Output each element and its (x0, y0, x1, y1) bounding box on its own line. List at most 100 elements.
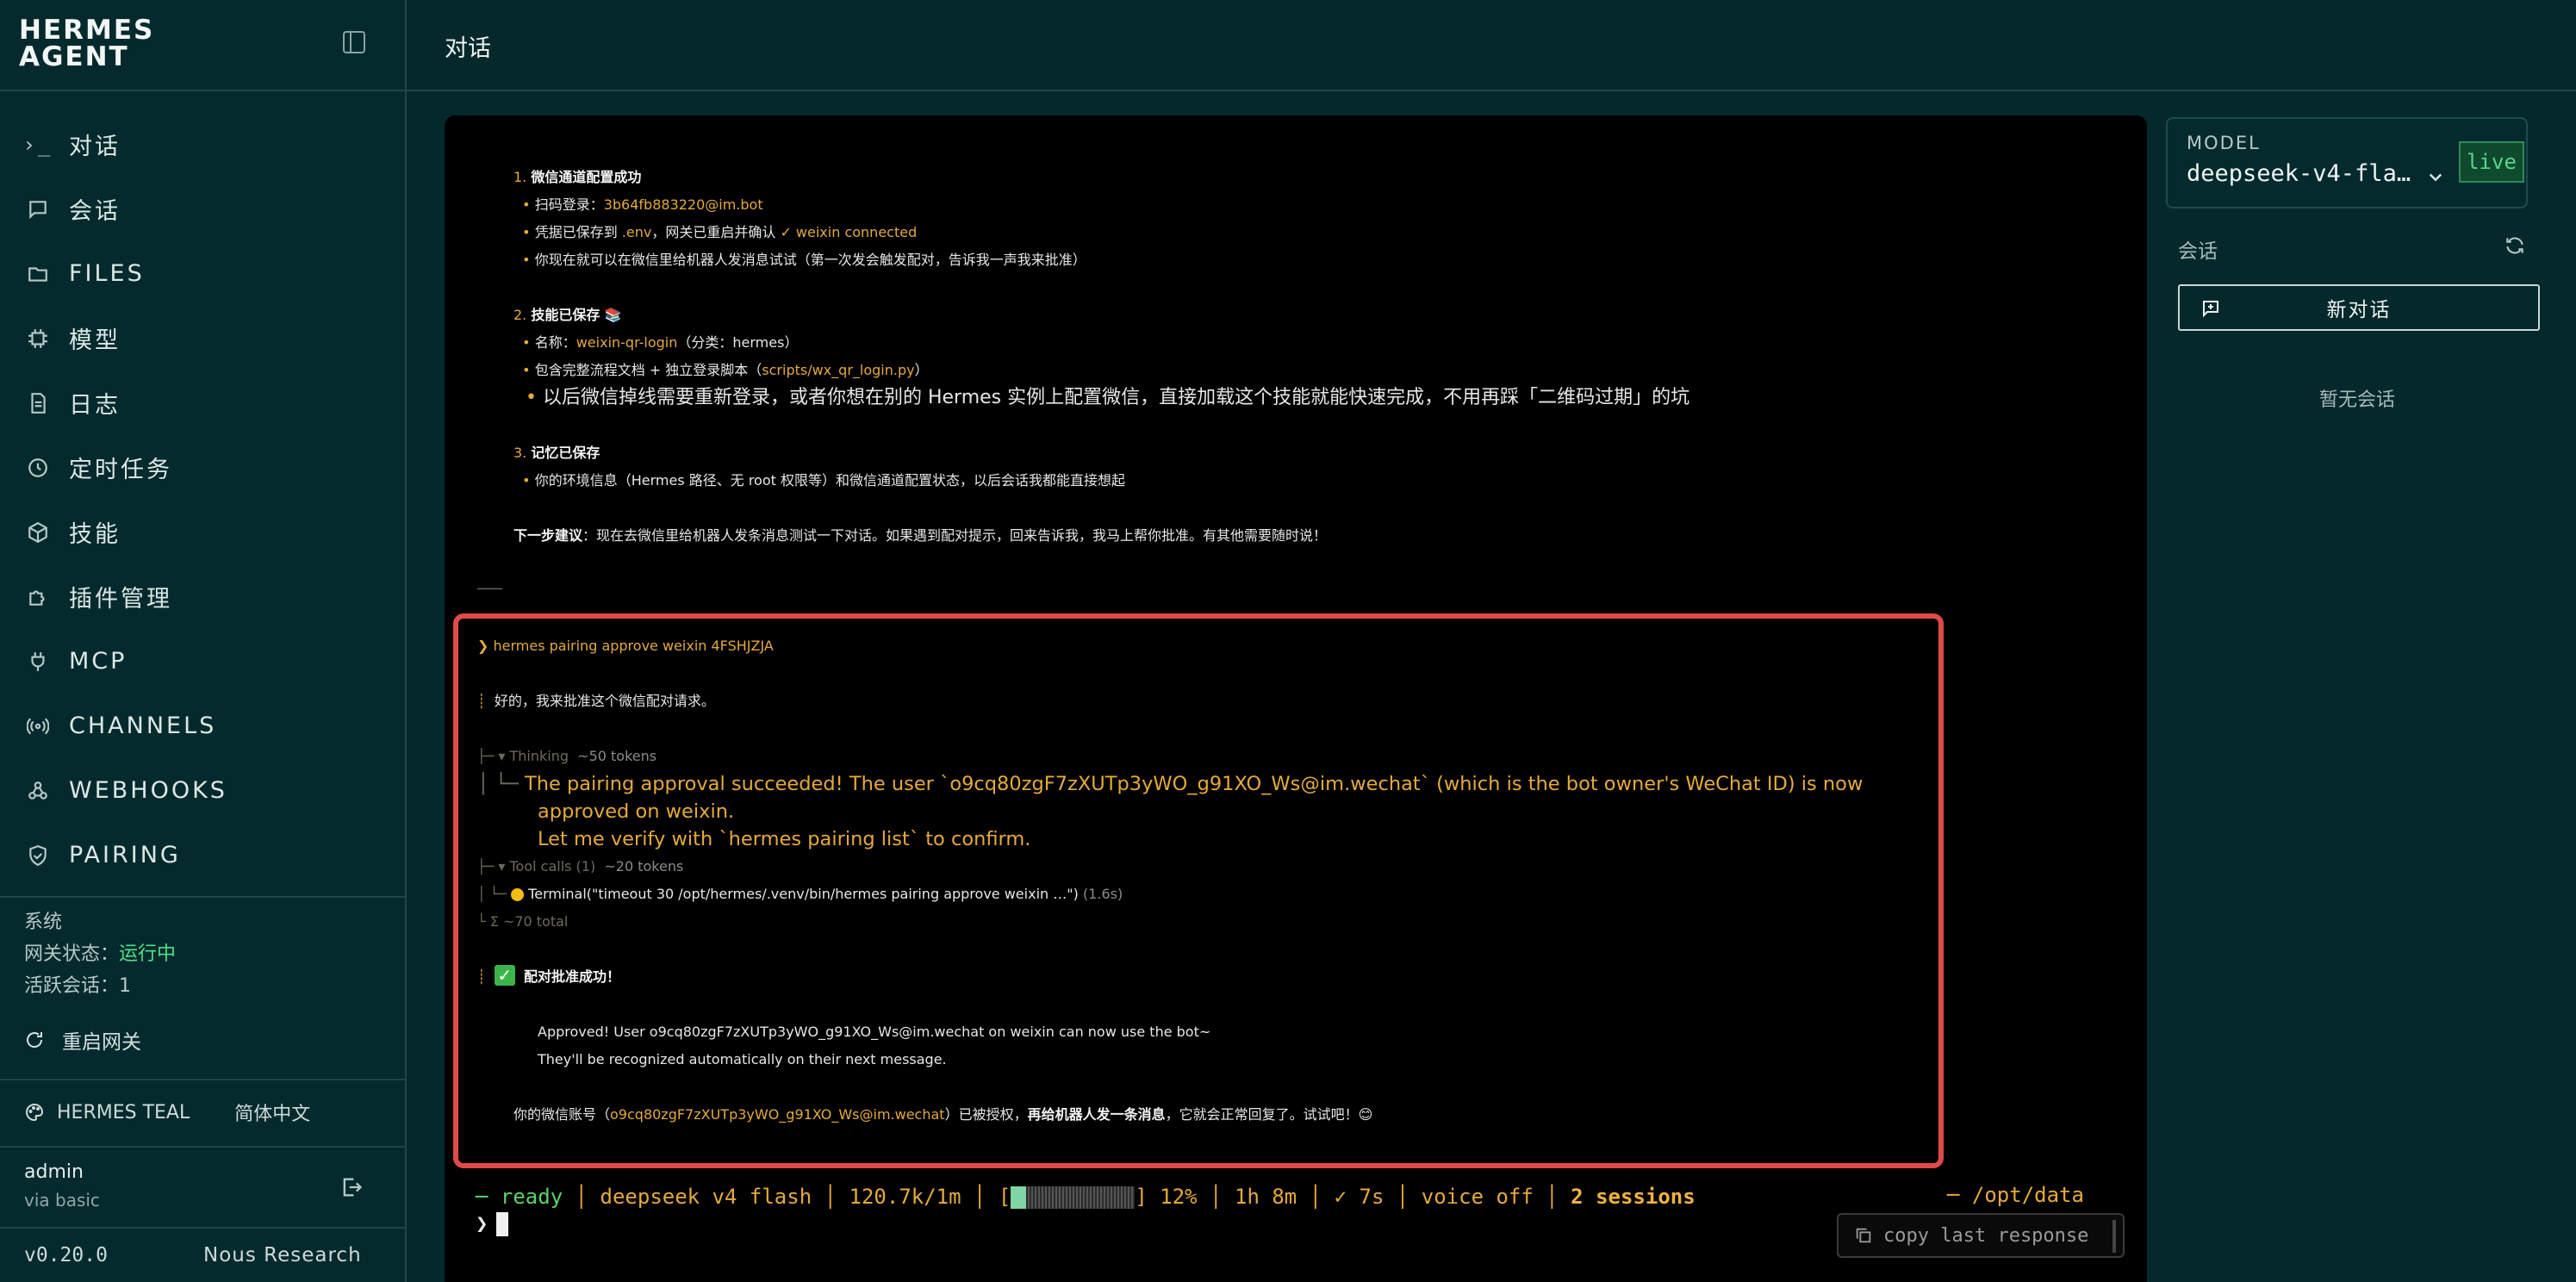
gateway-label: 网关状态： (24, 943, 120, 965)
refresh-icon[interactable] (2504, 234, 2526, 257)
copy-icon (1856, 1228, 1871, 1243)
sidebar-item-channels[interactable]: CHANNELS (0, 694, 405, 758)
empty-sessions-text: 暂无会话 (2319, 389, 2396, 411)
radio-icon (26, 714, 50, 738)
system-status: 系统 网关状态：运行中 活跃会话：1 (24, 906, 176, 1002)
shield-check-icon (26, 843, 50, 868)
system-title: 系统 (24, 912, 63, 933)
live-badge: live (2459, 141, 2524, 183)
webhook-icon (26, 779, 50, 803)
list-item: • 你现在就可以在微信里给机器人发消息试试（第一次发会触发配对，告诉我一声我来批… (513, 252, 1086, 268)
list-item: • 凭据已保存到 .env，网关已重启并确认 ✓ weixin connecte… (513, 224, 918, 240)
status-voice: voice off (1421, 1185, 1534, 1209)
sidebar-item-chat[interactable]: ›_ 对话 (0, 112, 405, 177)
list-item: • 你的环境信息（Hermes 路径、无 root 权限等）和微信通道配置状态，… (513, 472, 1125, 489)
list-item: 1. 微信通道配置成功 (513, 169, 642, 185)
thinking-header[interactable]: ├─ ▾ Thinking ~50 tokens (477, 743, 656, 770)
chat-bubble-icon (26, 197, 50, 221)
command-line: ❯ hermes pairing approve weixin 4FSHJZJA (477, 638, 774, 654)
token-total: └ Σ ~70 total (477, 913, 569, 930)
chevron-down-icon (2429, 173, 2442, 182)
list-item: 2. 技能已保存 📚 (513, 307, 622, 323)
next-step-text: 下一步建议：现在去微信里给机器人发条消息测试一下对话。如果遇到配对提示，回来告诉… (513, 527, 1328, 544)
gateway-status: 运行中 (119, 943, 177, 965)
sidebar-item-plugins[interactable]: 插件管理 (0, 564, 405, 629)
approved-text: They'll be recognized automatically on t… (538, 1051, 947, 1067)
final-message: 你的微信账号（o9cq80zgF7zXUTp3yWO_g91XO_Ws@im.w… (513, 1106, 1373, 1123)
org-name: Nous Research (203, 1244, 362, 1266)
tool-calls-header[interactable]: ├─ ▾ Tool calls (1) ~20 tokens (477, 853, 683, 881)
list-item: 3. 记忆已保存 (513, 445, 600, 461)
version: v0.20.0 (24, 1244, 108, 1266)
logout-icon[interactable] (339, 1175, 364, 1199)
sidebar-item-pairing[interactable]: PAIRING (0, 823, 405, 887)
status-bar: ─ ready │ deepseek v4 flash │ 120.7k/1m … (476, 1185, 1696, 1209)
status-elapsed: 1h 8m (1235, 1185, 1297, 1209)
file-text-icon (26, 391, 50, 415)
auth-method: via basic (24, 1190, 100, 1210)
working-directory: ─ /opt/data (1947, 1183, 2084, 1207)
prompt-input[interactable]: ❯ (476, 1211, 509, 1236)
divider (0, 90, 405, 91)
status-dot-icon (511, 888, 525, 901)
palette-icon (26, 1103, 44, 1122)
thinking-text: │ └─ The pairing approval succeeded! The… (477, 773, 1864, 795)
terminal-icon: ›_ (22, 132, 53, 157)
theme-selector[interactable]: HERMES TEAL (57, 1102, 190, 1123)
list-item: • 扫码登录：3b64fb883220@im.bot (513, 196, 763, 213)
thinking-text: Let me verify with `hermes pairing list`… (538, 828, 1031, 850)
list-item: • 以后微信掉线需要重新登录，或者你想在别的 Hermes 实例上配置微信，直接… (513, 387, 1690, 408)
active-sessions-label: 活跃会话： (24, 975, 120, 997)
app-logo: HERMES AGENT (19, 15, 155, 72)
sidebar-item-files[interactable]: FILES (0, 241, 405, 306)
sidebar-item-models[interactable]: 模型 (0, 306, 405, 370)
clock-icon (26, 456, 50, 480)
divider (0, 1227, 405, 1229)
refresh-icon (27, 1032, 43, 1048)
sidebar: HERMES AGENT ›_ 对话 会话 FILES 模型 日志 定时任务 技… (0, 0, 407, 1282)
collapse-sidebar-icon[interactable] (343, 31, 365, 53)
status-ready: ─ ready (476, 1185, 563, 1209)
active-sessions-count: 1 (119, 975, 132, 997)
sidebar-item-logs[interactable]: 日志 (0, 370, 405, 435)
success-title: ┊ ✓ 配对批准成功！ (477, 965, 620, 986)
assistant-reply: ┊ 好的，我来批准这个微信配对请求。 (477, 693, 715, 709)
divider (0, 1079, 405, 1080)
folder-icon (26, 262, 50, 286)
status-sessions: 2 sessions (1571, 1185, 1696, 1209)
status-last: ✓ 7s (1334, 1185, 1384, 1209)
page-title: 对话 (445, 35, 491, 62)
status-percent: 12% (1160, 1185, 1198, 1209)
cursor (496, 1212, 509, 1236)
theme-row: HERMES TEAL 简体中文 (24, 1098, 310, 1126)
sidebar-item-webhooks[interactable]: WEBHOOKS (0, 758, 405, 823)
divider (0, 896, 405, 898)
sidebar-item-mcp[interactable]: MCP (0, 629, 405, 694)
status-model: deepseek v4 flash (600, 1185, 812, 1209)
tool-call: │ └─ Terminal("timeout 30 /opt/hermes/.v… (477, 886, 1123, 902)
model-label: MODEL (2187, 133, 2261, 153)
check-icon: ✓ (494, 965, 515, 986)
user-info: admin via basic (24, 1161, 100, 1210)
restart-gateway-button[interactable]: 重启网关 (24, 1025, 141, 1055)
language-selector[interactable]: 简体中文 (234, 1098, 310, 1126)
sidebar-item-cron[interactable]: 定时任务 (0, 435, 405, 500)
list-item: • 包含完整流程文档 + 独立登录脚本（scripts/wx_qr_login.… (513, 362, 929, 378)
list-item: • 名称：weixin-qr-login（分类：hermes） (513, 334, 799, 351)
puzzle-icon (26, 585, 50, 609)
copy-last-response-button[interactable]: copy last response (1837, 1213, 2125, 1258)
sidebar-item-sessions[interactable]: 会话 (0, 177, 405, 241)
model-selector[interactable]: MODEL deepseek-v4-fla… live (2166, 117, 2528, 208)
sessions-label: 会话 (2178, 240, 2218, 263)
separator-rule: ─── (477, 581, 502, 597)
add-chat-icon (2203, 301, 2218, 318)
package-icon (26, 520, 50, 545)
thinking-text: approved on weixin. (538, 800, 735, 823)
plug-icon (26, 650, 50, 674)
context-progress-bar (1011, 1186, 1136, 1209)
sidebar-item-skills[interactable]: 技能 (0, 500, 405, 564)
model-value: deepseek-v4-fla… (2187, 160, 2411, 187)
chip-icon (26, 327, 50, 351)
sidebar-nav: ›_ 对话 会话 FILES 模型 日志 定时任务 技能 插件管理 MCP CH… (0, 112, 405, 887)
new-chat-button[interactable]: 新对话 (2178, 284, 2540, 331)
